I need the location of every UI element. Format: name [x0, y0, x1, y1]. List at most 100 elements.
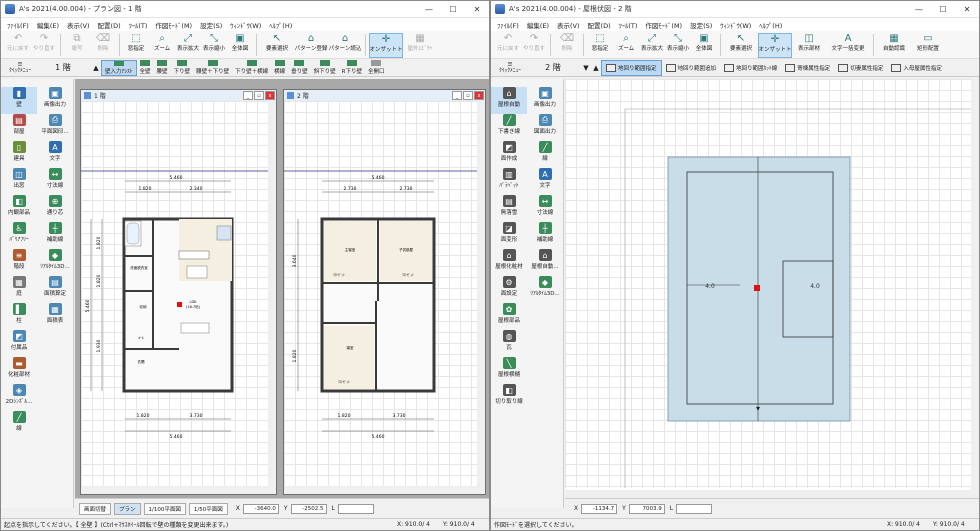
vertical-scrollbar[interactable] [971, 79, 979, 498]
eave-cut-tab[interactable]: 地回り範囲ｶｯﾄ線 [720, 60, 781, 76]
pattern-save-button[interactable]: ⌂ パターン登録 [294, 33, 328, 58]
snap-toggle[interactable]: ✛ オンザットト [369, 33, 403, 58]
sidebar-item-roof-auto[interactable]: ⌂ 屋根自動 [491, 87, 527, 114]
sidebar-item-roof-trim[interactable]: ⌂ 屋根化粧材 [491, 249, 527, 276]
pattern-load-button[interactable]: ⌂ パターン読込 [328, 33, 362, 58]
sidebar-item-roof-parts[interactable]: ✿ 屋根部品 [491, 303, 527, 330]
zoom-button[interactable]: ⌕ ズーム [613, 33, 639, 58]
child-close-button[interactable]: x [474, 91, 484, 100]
redo-button[interactable]: ↷ やり直す [521, 33, 547, 58]
undo-button[interactable]: ↶ 元に戻す [495, 33, 521, 58]
sidebar-item-area-calc[interactable]: ▤ 面積算定 [37, 276, 73, 303]
menu-file[interactable]: ﾌｧｲﾙ(F) [493, 20, 523, 30]
text-batch-button[interactable]: A 文字一括変更 [826, 33, 870, 58]
menu-mode[interactable]: 作図ﾓｰﾄﾞ(M) [151, 20, 196, 30]
coord-x-field[interactable]: -3640.0 [242, 503, 279, 514]
horizontal-scrollbar[interactable] [81, 486, 268, 494]
zoom-out-button[interactable]: ⤡ 表示縮小 [665, 33, 691, 58]
snap-toggle[interactable]: ✛ オンザットト [758, 33, 792, 58]
drawing-canvas[interactable]: 5.460 2.730 2.730 3.640 1.820 主寝室 子供部屋 寝… [284, 101, 477, 486]
menu-edit[interactable]: 編集(E) [523, 20, 553, 30]
quick-menu-button[interactable]: ☰ ｸｲｯｸﾒﾆｭｰ [495, 62, 525, 74]
sidebar-item-wall[interactable]: ▮ 壁 [1, 87, 37, 114]
child-restore-button[interactable]: ▫ [254, 91, 264, 100]
menu-help[interactable]: ﾍﾙﾌﾟ(H) [755, 20, 786, 30]
sidebar-item-line[interactable]: ╱ 線 [1, 411, 37, 438]
sidebar-item-room[interactable]: ▤ 部屋 [1, 114, 37, 141]
zoom-out-button[interactable]: ⤡ 表示縮小 [201, 33, 227, 58]
coord-l-field[interactable] [337, 503, 374, 514]
quick-menu-button[interactable]: ☰ ｸｲｯｸﾒﾆｭｰ [5, 62, 35, 74]
sidebar-item-trim[interactable]: ▬ 化粧部材 [1, 357, 37, 384]
close-button[interactable]: ✕ [955, 1, 979, 18]
sidebar-item-bay-window[interactable]: ◫ 出窓 [1, 168, 37, 195]
coord-x-field[interactable]: -1134.7 [581, 503, 618, 514]
sidebar-item-interior[interactable]: ◧ 内観部品 [1, 195, 37, 222]
horizontal-scrollbar[interactable] [565, 490, 971, 498]
fit-all-button[interactable]: ▣ 全体図 [691, 33, 717, 58]
menu-place[interactable]: 配置(D) [584, 20, 615, 30]
tab-plan[interactable]: プラン [114, 502, 141, 515]
menu-window[interactable]: ｳｨﾝﾄﾞｳ(W) [226, 20, 265, 30]
eave-add-tab[interactable]: 地回り範囲追加 [662, 60, 721, 76]
sidebar-item-no-snow[interactable]: ▤ 無落雪 [491, 195, 527, 222]
wall-line-tab[interactable]: 横線 [271, 60, 288, 76]
sidebar-item-cut-line[interactable]: ◧ 切り取り線 [491, 384, 527, 411]
close-button[interactable]: ✕ [465, 1, 489, 18]
window-select-button[interactable]: ⬚ 窓指定 [123, 33, 149, 58]
sidebar-item-drawing-output[interactable]: ⎙ 図面出力 [527, 114, 563, 141]
coord-y-field[interactable]: -2502.5 [290, 503, 327, 514]
sidebar-item-line[interactable]: ╱ 線 [527, 141, 563, 168]
sidebar-item-face-settings[interactable]: ⚙ 面設定 [491, 276, 527, 303]
menu-settings[interactable]: 設定(S) [196, 20, 226, 30]
outdoor-button[interactable]: ▦ 屋外ｴﾋﾞﾁｬ [403, 33, 437, 58]
sidebar-item-image-output[interactable]: ▣ 画像出力 [37, 87, 73, 114]
minimize-button[interactable]: — [907, 1, 931, 18]
sidebar-item-2d-symbol[interactable]: ◈ 2Dｼﾝﾎﾞﾙ... [1, 384, 37, 411]
wall-r-tab[interactable]: R下り壁 [339, 60, 365, 76]
sidebar-item-face-create[interactable]: ◩ 面作成 [491, 141, 527, 168]
sidebar-item-plan-print[interactable]: ⎙ 平面図印... [37, 114, 73, 141]
sidebar-item-barrier-free[interactable]: ♿ ﾊﾞﾘｱﾌﾘｰ [1, 222, 37, 249]
wall-waist-tab[interactable]: 腰壁 [154, 60, 171, 76]
menu-file[interactable]: ﾌｧｲﾙ(F) [3, 20, 33, 30]
child-minimize-button[interactable]: _ [243, 91, 253, 100]
sidebar-item-face-transform[interactable]: ◪ 面変形 [491, 222, 527, 249]
sidebar-item-realtime-3d[interactable]: ◆ ﾘｱﾙﾀｲﾑ3D... [37, 249, 73, 276]
sidebar-item-guide-line[interactable]: ┼ 補助線 [527, 222, 563, 249]
vertical-scrollbar[interactable] [477, 101, 485, 494]
auto-detect-button[interactable]: ▦ 自動認識 [877, 33, 911, 58]
undo-button[interactable]: ↶ 元に戻す [5, 33, 31, 58]
wall-opening-tab[interactable]: 全開口 [365, 60, 388, 76]
sidebar-item-text[interactable]: A 文字 [37, 141, 73, 168]
display-parts-button[interactable]: ◫ 表示部材 [792, 33, 826, 58]
wall-full-tab[interactable]: 全壁 [137, 60, 154, 76]
menu-place[interactable]: 配置(D) [94, 20, 125, 30]
window-select-button[interactable]: ⬚ 窓指定 [587, 33, 613, 58]
menu-view[interactable]: 表示(V) [553, 20, 584, 30]
sidebar-item-area-table[interactable]: ▦ 面積表 [37, 303, 73, 330]
zoom-in-button[interactable]: ⤢ 表示拡大 [175, 33, 201, 58]
sidebar-item-dimension[interactable]: ↔ 寸法線 [37, 168, 73, 195]
horizontal-scrollbar[interactable] [284, 486, 477, 494]
wall-hanging-tab[interactable]: 下り壁 [171, 60, 194, 76]
hip-attr-tab[interactable]: 寄棟属性指定 [781, 60, 834, 76]
gable-attr-tab[interactable]: 切妻属性指定 [834, 60, 887, 76]
sidebar-item-realtime-3d[interactable]: ◆ ﾘｱﾙﾀｲﾑ3D... [527, 276, 563, 303]
wall-waist-hanging-tab[interactable]: 腰壁＋下り壁 [193, 60, 232, 76]
wall-assist-tab[interactable]: 壁入力ｱｼｽﾄ [101, 59, 137, 76]
menu-help[interactable]: ﾍﾙﾌﾟ(H) [265, 20, 296, 30]
sidebar-item-stairs[interactable]: ≡ 階段 [1, 249, 37, 276]
eave-range-tab[interactable]: 地回り範囲指定 [601, 59, 662, 76]
vertical-scrollbar[interactable] [268, 101, 276, 494]
menu-tools[interactable]: ﾂｰﾙ(T) [615, 20, 642, 30]
coord-y-field[interactable]: 7003.9 [628, 503, 665, 514]
floor-up-button[interactable]: ▲ [91, 64, 101, 72]
sidebar-item-gutter[interactable]: ╲ 屋根横樋 [491, 357, 527, 384]
sidebar-item-tile[interactable]: ◍ 瓦 [491, 330, 527, 357]
irimoya-attr-tab[interactable]: 入母屋属性指定 [887, 60, 946, 76]
drawing-canvas[interactable]: 5.460 1.820 2.340 5.460 1.820 1.820 1.93… [81, 101, 268, 486]
sidebar-item-garden[interactable]: ▦ 庭 [1, 276, 37, 303]
sidebar-item-text[interactable]: A 文字 [527, 168, 563, 195]
sidebar-item-dimension[interactable]: ↔ 寸法線 [527, 195, 563, 222]
